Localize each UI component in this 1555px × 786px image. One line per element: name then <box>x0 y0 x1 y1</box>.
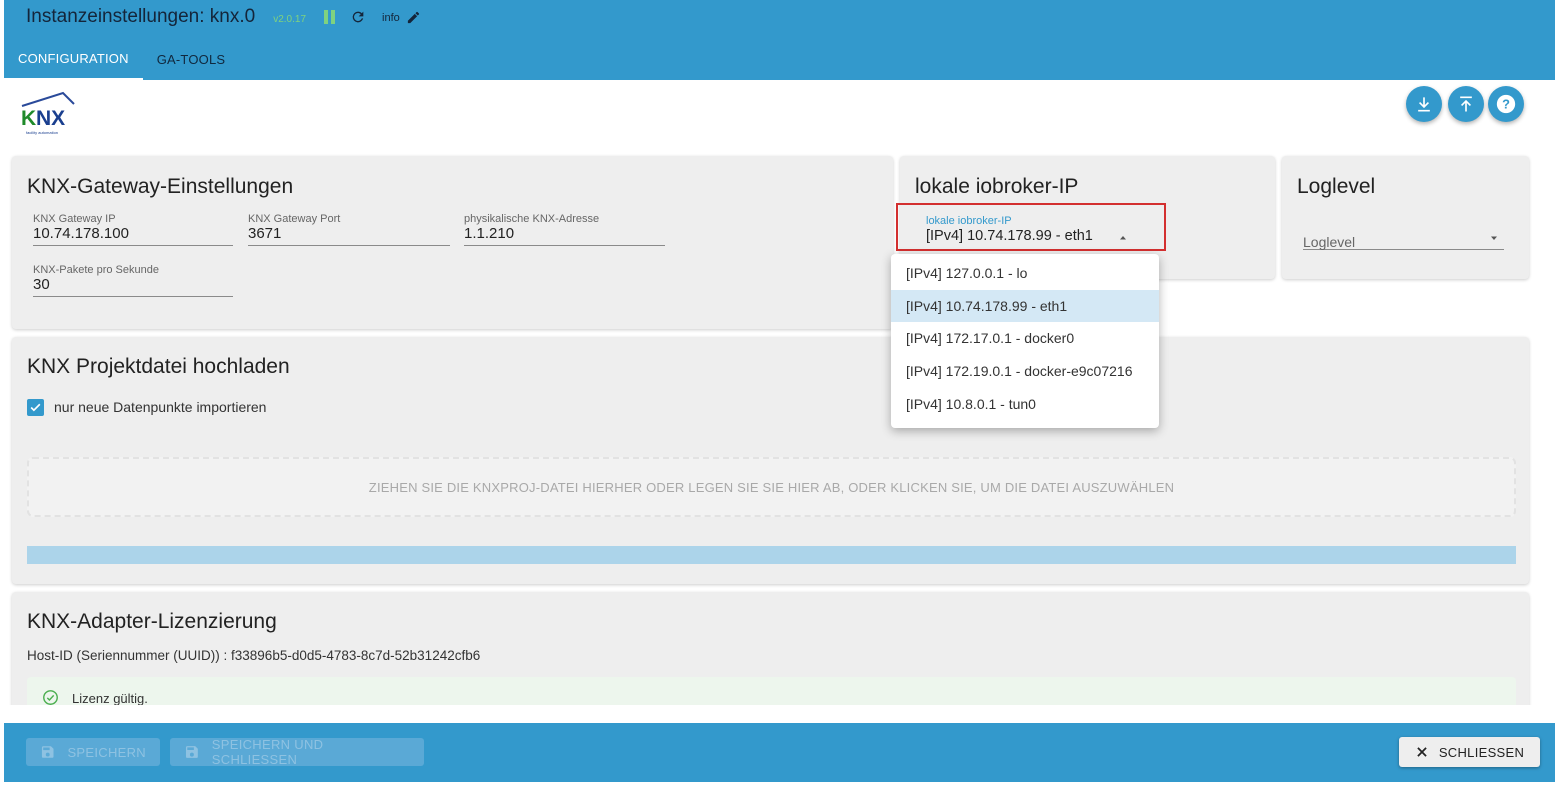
page-title: Instanzeinstellungen: knx.0 <box>26 6 256 27</box>
upload-button[interactable] <box>1448 86 1484 122</box>
loglevel-card: Loglevel Loglevel <box>1282 156 1529 279</box>
menu-item-docker-e9c07216[interactable]: [IPv4] 172.19.0.1 - docker-e9c07216 <box>891 355 1159 388</box>
upload-progress-bar <box>27 546 1516 564</box>
close-icon <box>1417 747 1427 757</box>
help-icon: ? <box>1496 94 1516 114</box>
pause-icon[interactable] <box>324 10 336 24</box>
gateway-settings-title: KNX-Gateway-Einstellungen <box>27 175 294 198</box>
caret-up-icon <box>1120 236 1126 240</box>
physical-address-value: 1.1.210 <box>464 225 515 242</box>
gateway-port-field[interactable]: KNX Gateway Port 3671 <box>248 213 450 246</box>
close-label: SCHLIESSEN <box>1438 744 1525 760</box>
gateway-ip-label: KNX Gateway IP <box>33 213 116 225</box>
menu-item-docker0[interactable]: [IPv4] 172.17.0.1 - docker0 <box>891 322 1159 355</box>
top-bar: Instanzeinstellungen: knx.0 v2.0.17 info… <box>4 0 1555 80</box>
svg-text:?: ? <box>1502 97 1510 112</box>
reload-icon[interactable] <box>350 9 366 25</box>
loglevel-select[interactable]: Loglevel <box>1303 228 1504 250</box>
title-row: Instanzeinstellungen: knx.0 v2.0.17 info <box>26 4 421 30</box>
log-level-info: info <box>382 12 400 24</box>
version-badge: v2.0.17 <box>273 13 307 25</box>
license-title: KNX-Adapter-Lizenzierung <box>27 610 277 633</box>
local-ip-select[interactable]: lokale iobroker-IP [IPv4] 10.74.178.99 -… <box>896 203 1166 251</box>
edit-icon[interactable] <box>406 10 421 25</box>
menu-item-lo[interactable]: [IPv4] 127.0.0.1 - lo <box>891 257 1159 290</box>
knxproj-dropzone[interactable]: ZIEHEN SIE DIE KNXPROJ-DATEI HIERHER ODE… <box>27 457 1516 517</box>
check-icon <box>30 403 41 412</box>
packets-per-second-field[interactable]: KNX-Pakete pro Sekunde 30 <box>33 264 233 297</box>
menu-item-tun0[interactable]: [IPv4] 10.8.0.1 - tun0 <box>891 387 1159 420</box>
instance-settings-window: Instanzeinstellungen: knx.0 v2.0.17 info… <box>4 0 1555 782</box>
dropzone-text: ZIEHEN SIE DIE KNXPROJ-DATEI HIERHER ODE… <box>368 479 1175 495</box>
loglevel-placeholder: Loglevel <box>1303 234 1356 250</box>
download-button[interactable] <box>1406 86 1442 122</box>
local-ip-title: lokale iobroker-IP <box>915 175 1079 198</box>
download-icon <box>1418 97 1430 112</box>
save-icon <box>185 746 198 758</box>
upload-icon <box>1460 96 1472 112</box>
tab-ga-tools[interactable]: GA-TOOLS <box>143 38 240 80</box>
license-status-text: Lizenz gültig. <box>72 691 148 706</box>
project-upload-title: KNX Projektdatei hochladen <box>27 355 290 378</box>
svg-text:NX: NX <box>36 107 65 130</box>
tab-configuration[interactable]: CONFIGURATION <box>4 38 143 80</box>
physical-address-label: physikalische KNX-Adresse <box>464 213 600 225</box>
footer-bar: SPEICHERN SPEICHERN UND SCHLIESSEN SCHLI… <box>4 723 1555 782</box>
local-ip-value: [IPv4] 10.74.178.99 - eth1 <box>926 228 1093 244</box>
svg-text:facility automation: facility automation <box>26 130 58 135</box>
loglevel-title: Loglevel <box>1297 175 1376 198</box>
local-ip-options-menu: [IPv4] 127.0.0.1 - lo [IPv4] 10.74.178.9… <box>891 254 1159 428</box>
save-button[interactable]: SPEICHERN <box>26 738 160 766</box>
packets-per-second-label: KNX-Pakete pro Sekunde <box>33 264 159 276</box>
close-button[interactable]: SCHLIESSEN <box>1399 737 1540 767</box>
tab-bar: CONFIGURATION GA-TOOLS <box>4 38 239 80</box>
help-button[interactable]: ? <box>1488 86 1524 122</box>
content-bottom-edge <box>4 705 1555 723</box>
gateway-port-label: KNX Gateway Port <box>248 213 341 225</box>
svg-text:K: K <box>21 107 36 130</box>
gateway-ip-value: 10.74.178.100 <box>33 225 129 242</box>
save-and-close-label: SPEICHERN UND SCHLIESSEN <box>211 737 324 767</box>
caret-down-icon <box>1491 236 1497 240</box>
knx-logo: K NX facility automation <box>21 91 75 135</box>
host-id-text: Host-ID (Seriennummer (UUID)) : f33896b5… <box>27 648 481 663</box>
save-label: SPEICHERN <box>67 744 146 760</box>
physical-address-field[interactable]: physikalische KNX-Adresse 1.1.210 <box>464 213 665 246</box>
packets-per-second-value: 30 <box>33 276 50 293</box>
project-upload-card: KNX Projektdatei hochladen nur neue Date… <box>12 337 1529 584</box>
save-icon <box>41 746 54 758</box>
gateway-settings-card: KNX-Gateway-Einstellungen KNX Gateway IP… <box>12 156 893 329</box>
local-ip-label: lokale iobroker-IP <box>926 215 1012 227</box>
import-new-only-checkbox[interactable] <box>27 399 44 416</box>
gateway-ip-field[interactable]: KNX Gateway IP 10.74.178.100 <box>33 213 233 246</box>
gateway-port-value: 3671 <box>248 225 282 242</box>
import-new-only-label: nur neue Datenpunkte importieren <box>54 399 267 415</box>
check-circle-icon <box>43 690 58 705</box>
menu-item-eth1[interactable]: [IPv4] 10.74.178.99 - eth1 <box>891 289 1159 323</box>
save-and-close-button[interactable]: SPEICHERN UND SCHLIESSEN <box>170 737 424 767</box>
